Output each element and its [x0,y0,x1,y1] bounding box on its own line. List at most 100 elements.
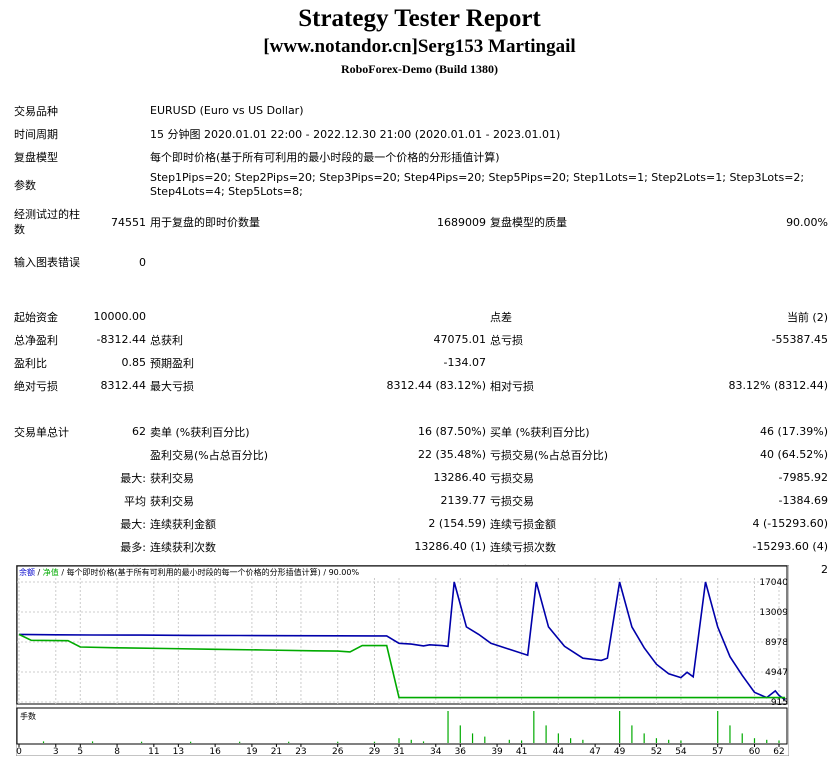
params-label: 参数 [14,179,36,192]
x-tick-label: 54 [675,747,687,756]
max-prefix: 最大: [120,471,146,485]
avg-prefix: 平均 [124,494,146,508]
deposit-value: 10000.00 [93,310,147,323]
consec-loss-amt-label: 连续亏损金额 [490,517,556,531]
x-tick-label: 26 [332,747,344,756]
pf-label: 盈利比 [14,356,47,370]
avg-profit-label: 获利交易 [150,494,194,508]
reldd-label: 相对亏损 [490,379,534,393]
table-row: 参数 Step1Pips=20; Step2Pips=20; Step3Pips… [12,168,830,202]
balance-chart: 170401300989784947915 0 3 5 8 11 13 16 19 21 23 26… [16,565,789,756]
largest-profit-label: 获利交易 [150,471,194,485]
pf-value: 0.85 [121,356,147,369]
table-row: 最多: 连续获利次数 13286.40 (1) 连续亏损次数 -15293.60… [12,535,830,558]
consec-wins-amt-value: 2 (154.59) [428,517,486,530]
table-row: 起始资金 10000.00 点差 当前 (2) [12,305,830,328]
x-tick-label: 3 [53,747,59,756]
report-subtitle: [www.notandor.cn]Serg153 Martingail [263,36,576,57]
table-row: 交易单总计 62 卖单 (%获利百分比) 16 (87.50%) 买单 (%获利… [12,420,830,443]
losstrades-value: 40 (64.52%) [759,448,829,461]
x-tick-label: 5 [77,747,83,756]
table-row: 盈利比 0.85 预期盈利 -134.07 [12,351,830,374]
maxdd-value: 8312.44 (83.12%) [386,379,486,392]
table-row: 平均 获利交易 2139.77 亏损交易 -1384.69 [12,489,830,512]
spread-value: 当前 (2) [786,310,829,324]
ticks-value: 1689009 [437,215,486,229]
table-row: 输入图表错误 0 [12,242,830,282]
payoff-label: 预期盈利 [150,356,194,370]
long-value: 46 (17.39%) [759,425,829,438]
table-row: 交易品种 EURUSD (Euro vs US Dollar) [12,99,830,122]
largest-loss-label: 亏损交易 [490,471,534,485]
y-tick-label: 8978 [765,638,788,648]
legend-separator: / [35,568,43,577]
table-row: 经测试过的柱数 74551 用于复盘的即时价数量 1689009 复盘模型的质量… [12,202,830,242]
legend-equity: 净值 [42,568,59,577]
x-tick-label: 34 [430,747,442,756]
symbol-label: 交易品种 [14,104,58,118]
largest-loss-value: -7985.92 [778,471,829,484]
avg-loss-label: 亏损交易 [490,494,534,508]
errors-label: 输入图表错误 [14,255,80,269]
most-prefix: 最多: [120,540,146,554]
model-value: 每个即时价格(基于所有可利用的最小时段的最一个价格的分形插值计算) [150,150,500,164]
spread-label: 点差 [490,310,512,324]
table-row: 最大: 连续获利金额 2 (154.59) 连续亏损金额 4 (-15293.6… [12,512,830,535]
period-value: 15 分钟图 2020.01.01 22:00 - 2022.12.30 21:… [150,127,561,141]
consec-profit-label: 连续获利次数 [150,540,216,554]
bars-label: 经测试过的柱数 [14,208,80,236]
x-tick-label: 39 [491,747,503,756]
x-tick-label: 36 [455,747,467,756]
x-tick-label: 41 [516,747,527,756]
long-label: 买单 (%获利百分比) [490,425,590,439]
quality-label: 复盘模型的质量 [490,216,567,229]
consec-wins-amt-label: 连续获利金额 [150,517,216,531]
profittrades-value: 22 (35.48%) [417,448,486,461]
x-tick-label: 49 [614,747,626,756]
x-tick-label: 8 [114,747,120,756]
absdd-value: 8312.44 [100,379,147,392]
report-title: Strategy Tester Report [298,5,541,32]
x-tick-label: 31 [393,747,404,756]
consec-profit-value: 13286.40 (1) [414,540,486,553]
table-row: 时间周期 15 分钟图 2020.01.01 22:00 - 2022.12.3… [12,122,830,145]
table-row: 最大: 获利交易 13286.40 亏损交易 -7985.92 [12,466,830,489]
x-tick-label: 21 [271,747,282,756]
model-label: 复盘模型 [14,150,58,164]
consec-loss-amt-value: 4 (-15293.60) [752,517,829,530]
short-label: 卖单 (%获利百分比) [150,425,250,439]
table-row: 复盘模型 每个即时价格(基于所有可利用的最小时段的最一个价格的分形插值计算) [12,145,830,168]
grossloss-value: -55387.45 [771,333,829,346]
legend-balance: 余额 [19,568,35,577]
grossprofit-value: 47075.01 [433,333,487,346]
x-tick-label: 23 [295,747,306,756]
x-tick-label: 13 [173,747,184,756]
trades-label: 交易单总计 [14,425,69,439]
consec-lossn-value: -15293.60 (4) [752,540,829,553]
table-row: 绝对亏损 8312.44 最大亏损 8312.44 (83.12%) 相对亏损 … [12,374,830,397]
y-tick-label: 4947 [765,668,788,678]
bars-value: 74551 [111,215,146,229]
symbol-value: EURUSD (Euro vs US Dollar) [150,104,304,117]
x-tick-label: 29 [369,747,381,756]
ticks-label: 用于复盘的即时价数量 [150,216,260,229]
x-tick-label: 16 [209,747,221,756]
x-tick-label: 19 [246,747,258,756]
netprofit-label: 总净盈利 [14,333,58,347]
consec-lossn-label: 连续亏损次数 [490,540,556,554]
report-table: 交易品种 EURUSD (Euro vs US Dollar) 时间周期 15 … [12,99,830,581]
avg-loss-value: -1384.69 [778,494,829,507]
x-tick-label: 62 [773,747,784,756]
quality-value: 90.00% [786,215,829,229]
x-tick-label: 60 [749,747,761,756]
y-tick-label: 13009 [759,608,788,618]
build-info: RoboForex-Demo (Build 1380) [340,62,499,76]
losstrades-label: 亏损交易(%占总百分比) [490,448,609,462]
x-tick-label: 47 [589,747,600,756]
legend-description: / 每个即时价格(基于所有可利用的最小时段的每一个价格的分形插值计算) / 90… [58,568,360,577]
reldd-value: 83.12% (8312.44) [728,379,829,392]
avg-profit-value: 2139.77 [440,494,487,507]
x-tick-label: 52 [651,747,662,756]
netprofit-value: -8312.44 [96,333,146,346]
y-tick-label: 17040 [759,578,788,588]
